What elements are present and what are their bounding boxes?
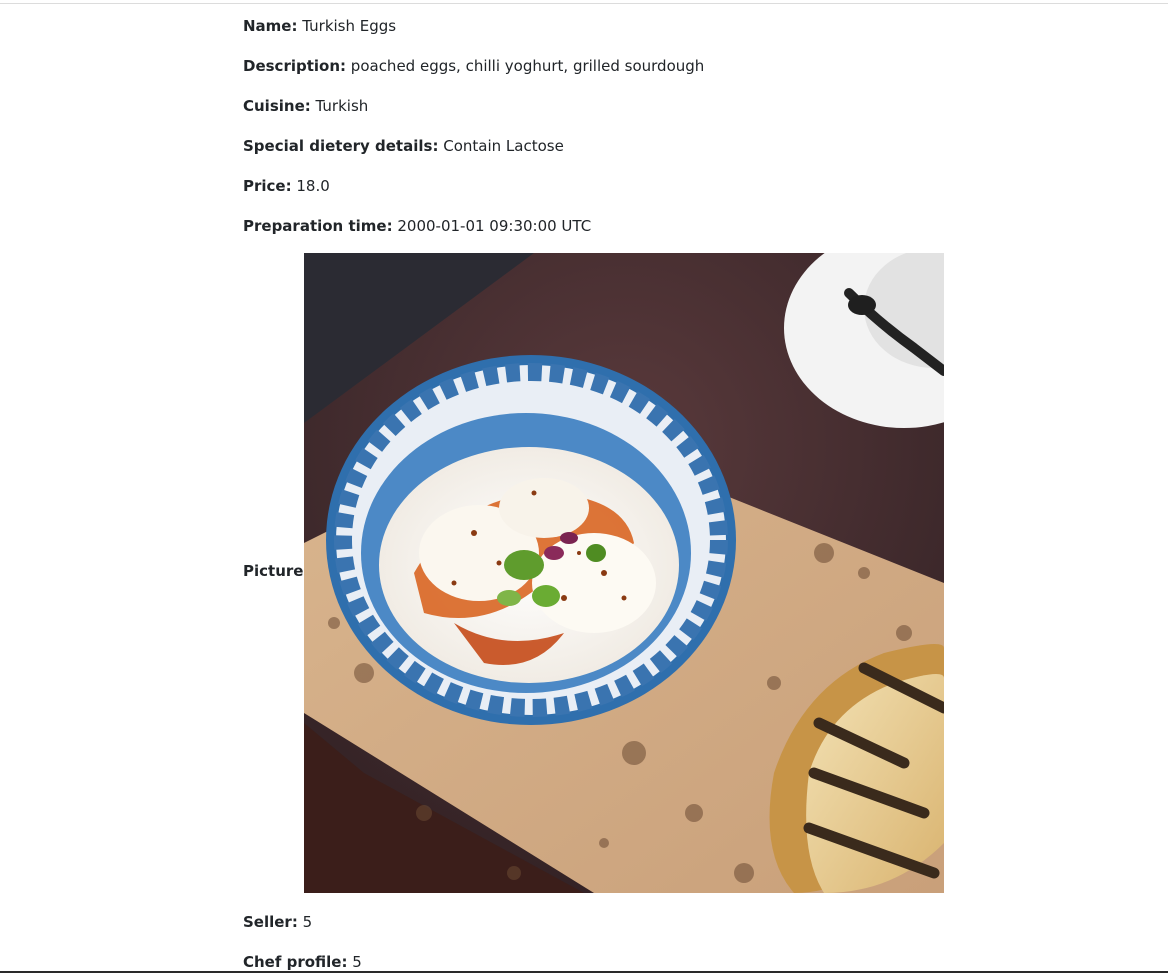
top-divider (0, 3, 1168, 4)
field-name-label: Name: (243, 17, 298, 35)
bottom-divider (0, 971, 1168, 973)
field-picture-label: Picture: (243, 562, 310, 580)
field-price-value: 18.0 (296, 177, 330, 195)
field-name: Name: Turkish Eggs (243, 16, 396, 36)
field-prep-time-label: Preparation time: (243, 217, 393, 235)
field-dietary-value: Contain Lactose (443, 137, 564, 155)
field-cuisine-label: Cuisine: (243, 97, 311, 115)
field-dietary-label: Special dietery details: (243, 137, 439, 155)
field-name-value: Turkish Eggs (302, 17, 397, 35)
field-description-label: Description: (243, 57, 347, 75)
field-price: Price: 18.0 (243, 176, 330, 196)
field-chef-profile-label: Chef profile: (243, 953, 348, 971)
field-seller-label: Seller: (243, 913, 298, 931)
field-cuisine: Cuisine: Turkish (243, 96, 368, 116)
field-prep-time-value: 2000-01-01 09:30:00 UTC (397, 217, 592, 235)
field-picture: Picture: (243, 253, 945, 893)
field-description: Description: poached eggs, chilli yoghur… (243, 56, 704, 76)
field-chef-profile: Chef profile: 5 (243, 952, 362, 972)
field-price-label: Price: (243, 177, 292, 195)
field-dietary: Special dietery details: Contain Lactose (243, 136, 564, 156)
field-seller: Seller: 5 (243, 912, 312, 932)
field-chef-profile-value: 5 (352, 953, 362, 971)
field-cuisine-value: Turkish (315, 97, 369, 115)
field-seller-value: 5 (302, 913, 313, 931)
field-prep-time: Preparation time: 2000-01-01 09:30:00 UT… (243, 216, 591, 236)
field-description-value: poached eggs, chilli yoghurt, grilled so… (350, 57, 705, 75)
dish-picture (304, 253, 944, 893)
